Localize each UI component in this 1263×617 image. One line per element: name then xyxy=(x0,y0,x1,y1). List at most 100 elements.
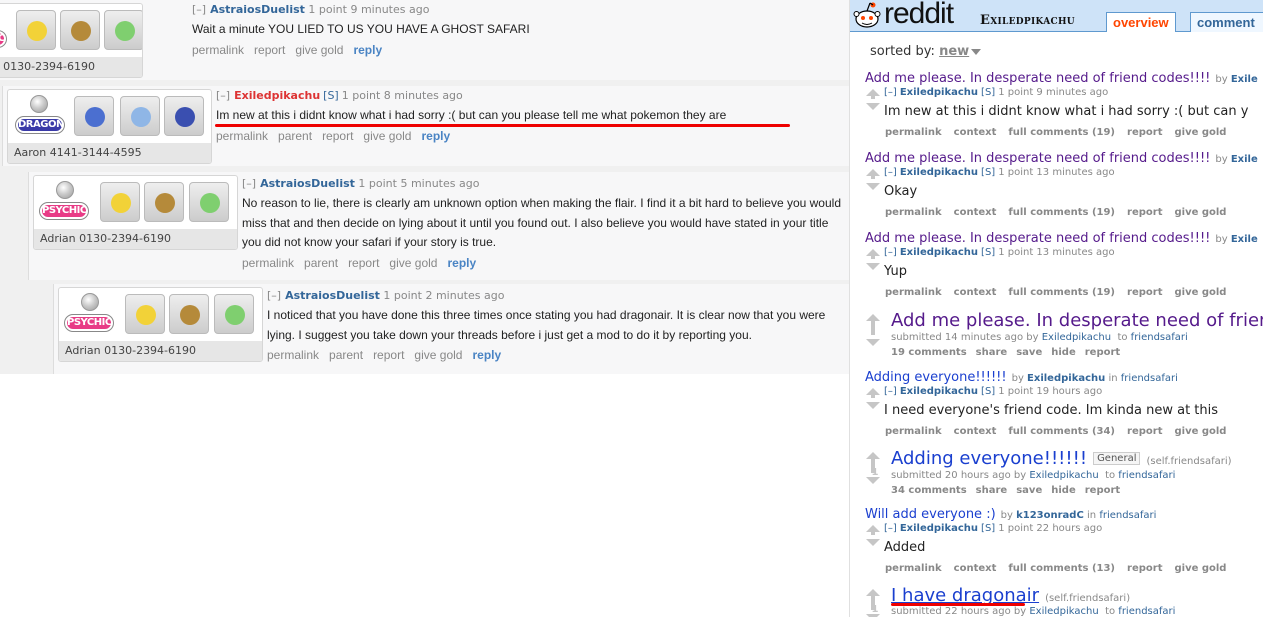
permalink-button[interactable]: permalink xyxy=(885,563,942,574)
comments-button[interactable]: 19 comments xyxy=(891,347,967,358)
collapse-toggle[interactable]: [–] xyxy=(216,89,230,102)
comment-author[interactable]: AstraiosDuelist xyxy=(260,177,355,190)
subreddit-link[interactable]: friendsafari xyxy=(1118,606,1175,617)
collapse-toggle[interactable]: [–] xyxy=(884,523,897,534)
comment-author[interactable]: AstraiosDuelist xyxy=(210,3,305,16)
link-title[interactable]: Adding everyone!!!!!! General (self.friend… xyxy=(891,448,1232,469)
link-domain[interactable]: (self.friendsafari) xyxy=(1045,593,1130,604)
report-button[interactable]: report xyxy=(1127,207,1162,218)
subreddit-link[interactable]: friendsafari xyxy=(1118,470,1175,481)
sort-menu[interactable]: sorted by: new xyxy=(870,44,982,59)
report-button[interactable]: report xyxy=(1127,563,1162,574)
tab-comments[interactable]: comment xyxy=(1190,12,1263,32)
context-button[interactable]: context xyxy=(954,563,997,574)
link-author[interactable]: Exiledpikachu xyxy=(1029,470,1098,481)
permalink-button[interactable]: permalink xyxy=(192,43,244,57)
comment-author[interactable]: Exiledpikachu xyxy=(900,523,978,534)
link-title[interactable]: Add me please. In desperate need of frie… xyxy=(865,151,1258,166)
full-comments-button[interactable]: full comments (34) xyxy=(1008,426,1115,437)
reply-button[interactable]: reply xyxy=(421,129,450,143)
upvote-icon[interactable] xyxy=(866,314,880,321)
give-gold-button[interactable]: give gold xyxy=(1174,127,1226,138)
share-button[interactable]: share xyxy=(976,347,1008,358)
comments-button[interactable]: 34 comments xyxy=(891,485,967,496)
comment-author[interactable]: Exiledpikachu xyxy=(234,89,320,102)
report-button[interactable]: report xyxy=(1127,287,1162,298)
comment-author[interactable]: Exiledpikachu xyxy=(900,87,978,98)
upvote-icon[interactable] xyxy=(866,525,880,532)
subreddit-link[interactable]: friendsafari xyxy=(1121,373,1178,384)
by-author[interactable]: Exile xyxy=(1231,74,1258,85)
comment-author[interactable]: AstraiosDuelist xyxy=(285,289,380,302)
subreddit-link[interactable]: friendsafari xyxy=(1099,510,1156,521)
upvote-icon[interactable] xyxy=(866,89,880,96)
collapse-toggle[interactable]: [–] xyxy=(192,3,206,16)
hide-button[interactable]: hide xyxy=(1051,347,1076,358)
report-button[interactable]: report xyxy=(1085,347,1120,358)
collapse-toggle[interactable]: [–] xyxy=(242,177,256,190)
collapse-toggle[interactable]: [–] xyxy=(884,247,897,258)
save-button[interactable]: save xyxy=(1016,485,1042,496)
link-title[interactable]: Adding everyone!!!!!! by Exiledpikachu in… xyxy=(865,370,1178,385)
report-button[interactable]: report xyxy=(373,348,404,362)
collapse-toggle[interactable]: [–] xyxy=(267,289,281,302)
downvote-icon[interactable] xyxy=(866,339,880,346)
comment-author[interactable]: Exiledpikachu xyxy=(900,167,978,178)
give-gold-button[interactable]: give gold xyxy=(295,43,343,57)
report-button[interactable]: report xyxy=(348,256,379,270)
context-button[interactable]: context xyxy=(954,287,997,298)
downvote-icon[interactable] xyxy=(866,103,880,110)
hide-button[interactable]: hide xyxy=(1051,485,1076,496)
title-link[interactable]: Adding everyone!!!!!! xyxy=(865,370,1007,385)
comment-author[interactable]: Exiledpikachu xyxy=(900,247,978,258)
link-author[interactable]: Exiledpikachu xyxy=(1029,606,1098,617)
report-button[interactable]: report xyxy=(1127,127,1162,138)
downvote-icon[interactable] xyxy=(866,402,880,409)
link-title[interactable]: Add me please. In desperate need of frie… xyxy=(891,310,1263,331)
title-link[interactable]: Add me please. In desperate need of frie… xyxy=(865,231,1210,246)
reply-button[interactable]: reply xyxy=(353,43,382,57)
full-comments-button[interactable]: full comments (13) xyxy=(1008,563,1115,574)
tab-overview[interactable]: overview xyxy=(1106,12,1176,32)
downvote-icon[interactable] xyxy=(866,183,880,190)
permalink-button[interactable]: permalink xyxy=(885,426,942,437)
report-button[interactable]: report xyxy=(1127,426,1162,437)
collapse-toggle[interactable]: [–] xyxy=(884,386,897,397)
reply-button[interactable]: reply xyxy=(472,348,501,362)
parent-button[interactable]: parent xyxy=(278,129,312,143)
give-gold-button[interactable]: give gold xyxy=(363,129,411,143)
upvote-icon[interactable] xyxy=(866,169,880,176)
collapse-toggle[interactable]: [–] xyxy=(884,167,897,178)
give-gold-button[interactable]: give gold xyxy=(389,256,437,270)
by-author[interactable]: Exile xyxy=(1231,234,1258,245)
link-title[interactable]: Add me please. In desperate need of frie… xyxy=(865,231,1258,246)
upvote-icon[interactable] xyxy=(866,452,880,459)
downvote-icon[interactable] xyxy=(866,477,880,484)
parent-button[interactable]: parent xyxy=(304,256,338,270)
report-button[interactable]: report xyxy=(1085,485,1120,496)
sort-value[interactable]: new xyxy=(939,44,969,59)
downvote-icon[interactable] xyxy=(866,263,880,270)
full-comments-button[interactable]: full comments (19) xyxy=(1008,287,1115,298)
collapse-toggle[interactable]: [–] xyxy=(884,87,897,98)
link-domain[interactable]: (self.friendsafari) xyxy=(1146,456,1231,467)
report-button[interactable]: report xyxy=(322,129,353,143)
save-button[interactable]: save xyxy=(1016,347,1042,358)
by-author[interactable]: k123onradC xyxy=(1016,510,1084,521)
context-button[interactable]: context xyxy=(954,426,997,437)
parent-button[interactable]: parent xyxy=(329,348,363,362)
comment-author[interactable]: Exiledpikachu xyxy=(900,386,978,397)
subreddit-link[interactable]: friendsafari xyxy=(1131,332,1188,343)
share-button[interactable]: share xyxy=(976,485,1008,496)
link-author[interactable]: Exiledpikachu xyxy=(1042,332,1111,343)
permalink-button[interactable]: permalink xyxy=(216,129,268,143)
permalink-button[interactable]: permalink xyxy=(885,127,942,138)
by-author[interactable]: Exiledpikachu xyxy=(1027,373,1105,384)
permalink-button[interactable]: permalink xyxy=(242,256,294,270)
by-author[interactable]: Exile xyxy=(1231,154,1258,165)
upvote-icon[interactable] xyxy=(866,388,880,395)
reddit-logo[interactable]: reddit xyxy=(884,0,954,31)
link-title[interactable]: Add me please. In desperate need of frie… xyxy=(865,71,1258,86)
reddit-alien-icon[interactable] xyxy=(853,1,881,31)
full-comments-button[interactable]: full comments (19) xyxy=(1008,127,1115,138)
